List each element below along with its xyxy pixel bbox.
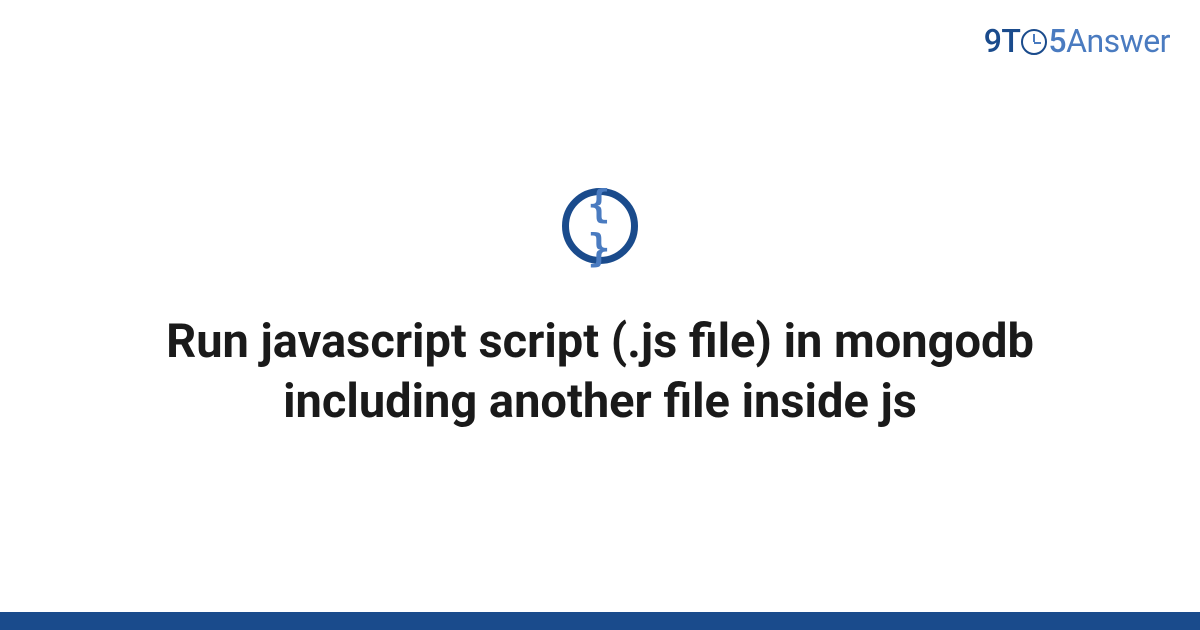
bottom-accent-bar	[0, 612, 1200, 630]
logo-part-t: T	[1001, 22, 1020, 60]
logo-part-nine: 9	[984, 22, 1002, 60]
clock-icon	[1021, 29, 1047, 55]
code-braces-icon: { }	[562, 188, 638, 264]
site-logo: 9 T 5 Answer	[984, 22, 1170, 60]
braces-glyph: { }	[569, 182, 631, 270]
page-title: Run javascript script (.js file) in mong…	[150, 312, 1050, 432]
logo-part-answer: Answer	[1066, 22, 1170, 60]
logo-part-five: 5	[1048, 22, 1066, 60]
main-content: { } Run javascript script (.js file) in …	[0, 188, 1200, 432]
